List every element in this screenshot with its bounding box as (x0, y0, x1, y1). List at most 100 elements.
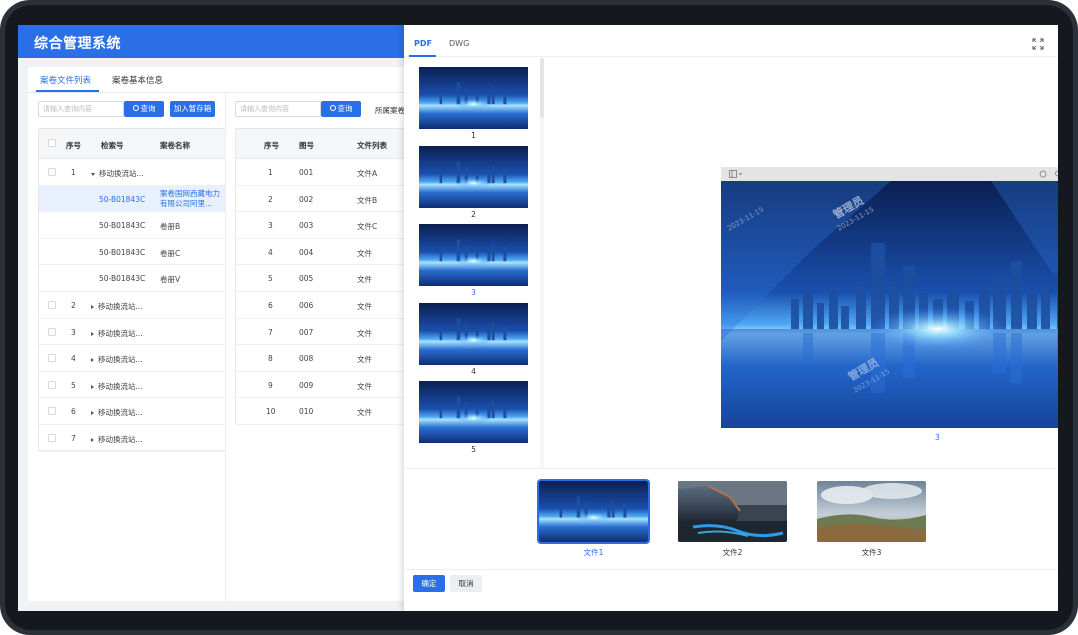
table-row[interactable]: 6 移动换流站... (39, 398, 225, 425)
row-file: 文件 (357, 275, 372, 285)
thumbnail-scrollbar[interactable] (540, 58, 544, 118)
left-search-button[interactable]: 查询 (124, 101, 164, 117)
row-checkbox[interactable] (48, 434, 56, 442)
left-search-input[interactable]: 请输入查询内容 (38, 101, 124, 117)
row-checkbox[interactable] (48, 301, 56, 309)
row-code: 50-B01843C (99, 221, 146, 231)
row-name: 移动换流站... (91, 434, 143, 445)
thumbnail-label: 1 (471, 131, 476, 140)
table-row[interactable]: 50-B01843C 案卷国网西藏电力 有限公司阿里... (39, 185, 225, 213)
file-strip: 文件1 文件2 文件3 (404, 469, 1058, 569)
caret-down-icon[interactable] (91, 172, 95, 176)
row-name: 卷册V (160, 275, 181, 285)
file-item-3[interactable]: 文件3 (817, 481, 926, 558)
file-item-1[interactable]: 文件1 (537, 479, 650, 558)
active-tab-indicator (36, 90, 99, 92)
caret-right-icon[interactable] (91, 438, 94, 442)
left-search-button-label: 查询 (140, 104, 156, 113)
table-row[interactable]: 5 005 文件 (236, 265, 407, 292)
tab-archive-file-list[interactable]: 案卷文件列表 (40, 74, 91, 86)
row-checkbox[interactable] (48, 407, 56, 416)
thumbnail-label: 5 (471, 445, 476, 454)
page-thumbnail[interactable]: 5 (419, 381, 528, 454)
page-thumbnail[interactable]: 4 (419, 302, 528, 376)
row-code: 50-B01843C (99, 247, 146, 257)
search-icon (329, 105, 336, 111)
file-label: 文件1 (583, 548, 604, 557)
file-thumbnail (817, 481, 926, 542)
table-row[interactable]: 7 移动换流站... (39, 425, 225, 452)
confirm-button[interactable]: 确定 (413, 575, 445, 592)
page-thumbnail[interactable]: 2 (419, 145, 528, 219)
row-name[interactable]: 案卷国网西藏电力 有限公司阿里... (160, 189, 220, 209)
row-checkbox[interactable] (48, 168, 56, 176)
thumbnail-list: 1 2 3 4 5 (404, 58, 544, 468)
current-page-number: 3 (935, 433, 940, 442)
caret-right-icon[interactable] (91, 411, 94, 416)
middle-search-input[interactable]: 请输入查询内容 (235, 101, 321, 117)
caret-right-icon[interactable] (91, 358, 94, 363)
table-row[interactable]: 3 移动换流站... (39, 319, 225, 346)
table-row[interactable]: 50-B01843C 卷册V (39, 265, 225, 292)
row-name: 移动换流站... (91, 354, 143, 365)
row-name: 移动换流站... (91, 381, 143, 392)
file-label: 文件3 (861, 548, 882, 557)
middle-search-button[interactable]: 查询 (321, 101, 361, 117)
archive-table: 序号 检索号 案卷名称 1 移动换流站... 50-B01843C 案卷国网西藏电力有… (38, 128, 226, 452)
row-seq: 7 (71, 434, 76, 443)
row-file: 文件 (357, 248, 372, 258)
table-row[interactable]: 10 010 文件 (236, 398, 407, 425)
app-title: 综合管理系统 (34, 36, 121, 52)
table-row[interactable]: 2 移动换流站... (39, 292, 225, 319)
row-checkbox[interactable] (48, 354, 56, 363)
row-checkbox[interactable] (48, 380, 56, 389)
preview-panel: PDF DWG 12345 管理员 2023-11-15 2023-11-15 … (404, 25, 1058, 611)
table-row[interactable]: 1 001 文件A (236, 159, 407, 186)
table-row[interactable]: 9 009 文件 (236, 372, 407, 399)
table-row[interactable]: 8 008 文件 (236, 345, 407, 372)
table-row[interactable]: 4 移动换流站... (39, 345, 225, 372)
table-row[interactable]: 50-B01843C 卷册C (39, 239, 225, 266)
caret-right-icon[interactable] (91, 331, 94, 336)
row-seq: 2 (71, 301, 76, 310)
row-checkbox[interactable] (48, 327, 56, 336)
viewer-toolbar-icons[interactable] (1039, 170, 1058, 178)
add-to-staging-button[interactable]: 加入暂存箱 (170, 101, 215, 117)
caret-right-icon[interactable] (91, 384, 94, 389)
thumbnail-scrollbar-track[interactable] (540, 58, 544, 468)
table-row[interactable]: 1 移动换流站... (39, 159, 225, 186)
thumbnail-image (419, 145, 528, 208)
tab-archive-basic-info[interactable]: 案卷基本信息 (112, 74, 163, 86)
col-seq: 序号 (66, 141, 81, 150)
row-drawing-no: 003 (299, 221, 314, 231)
table-row[interactable]: 2 002 文件B (236, 186, 407, 213)
main-content: 案卷文件列表 案卷基本信息 请输入查询内容 查询 加入暂存箱 序号 检索号 案卷… (28, 67, 408, 601)
page-thumbnail[interactable]: 3 (419, 224, 528, 297)
page-thumbnail[interactable]: 1 (419, 67, 528, 140)
row-file: 文件B (357, 195, 378, 205)
viewer-toolbar (721, 167, 1058, 181)
table-row[interactable]: 4 004 文件 (236, 239, 407, 266)
row-drawing-no: 001 (299, 168, 314, 177)
file-item-2[interactable]: 文件2 (678, 481, 787, 558)
tab-dwg[interactable]: DWG (449, 39, 469, 48)
table-row[interactable]: 3 003 文件C (236, 212, 407, 239)
table-row[interactable]: 50-B01843C 卷册B (39, 212, 225, 239)
tab-pdf[interactable]: PDF (414, 39, 432, 48)
row-file: 文件 (357, 355, 372, 365)
table-row[interactable]: 7 007 文件 (236, 319, 407, 346)
expand-icon[interactable] (1032, 38, 1044, 50)
sidebar-toggle-icon[interactable] (729, 170, 743, 178)
thumbnail-label: 2 (471, 209, 476, 219)
col-file-list: 文件列表 (357, 141, 387, 150)
table-row[interactable]: 5 移动换流站... (39, 372, 225, 399)
cancel-button[interactable]: 取消 (450, 575, 482, 592)
row-code: 50-B01843C (99, 194, 146, 204)
caret-right-icon[interactable] (91, 305, 94, 309)
row-name: 卷册C (160, 248, 181, 258)
table-row[interactable]: 6 006 文件 (236, 292, 407, 319)
select-all-checkbox[interactable] (48, 139, 56, 147)
archive-table-header: 序号 检索号 案卷名称 (39, 129, 225, 159)
document-page-image: 管理员 2023-11-15 管理员 2023-11-15 2023-11-15… (721, 181, 1058, 428)
row-file: 文件 (357, 408, 372, 418)
